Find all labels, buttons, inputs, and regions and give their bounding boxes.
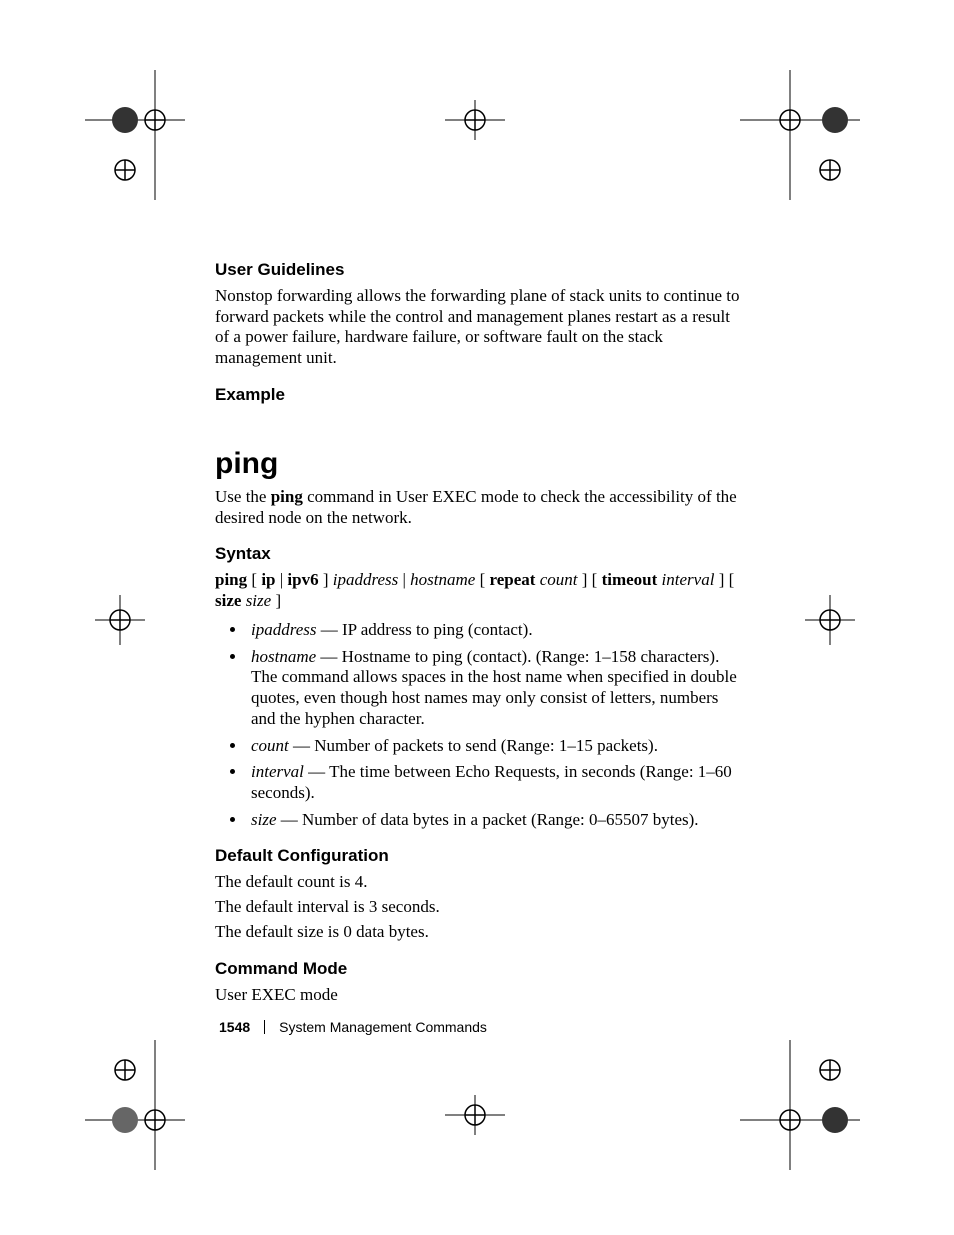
- term: interval: [251, 762, 304, 781]
- desc: — The time between Echo Requests, in sec…: [251, 762, 732, 802]
- kw: size: [215, 591, 241, 610]
- t: |: [276, 570, 288, 589]
- term: size: [251, 810, 277, 829]
- heading-command-mode: Command Mode: [215, 959, 740, 979]
- t: [: [247, 570, 261, 589]
- arg: ipaddress: [333, 570, 399, 589]
- heading-default-config: Default Configuration: [215, 846, 740, 866]
- t: ]: [271, 591, 281, 610]
- kw: repeat: [490, 570, 536, 589]
- crop-mark-icon: [740, 70, 860, 200]
- crop-mark-icon: [85, 1040, 185, 1170]
- para-command-intro: Use the ping command in User EXEC mode t…: [215, 487, 740, 528]
- term: count: [251, 736, 289, 755]
- heading-example: Example: [215, 385, 740, 405]
- crop-mark-icon: [445, 100, 505, 140]
- desc: — IP address to ping (contact).: [317, 620, 533, 639]
- t: [: [475, 570, 489, 589]
- list-item: count — Number of packets to send (Range…: [247, 736, 740, 757]
- term: hostname: [251, 647, 316, 666]
- command-title: ping: [215, 447, 740, 481]
- page-number: 1548: [219, 1019, 250, 1035]
- crop-mark-icon: [95, 595, 145, 645]
- list-item: ipaddress — IP address to ping (contact)…: [247, 620, 740, 641]
- para-default: The default interval is 3 seconds.: [215, 897, 740, 918]
- term: ipaddress: [251, 620, 317, 639]
- t: ] [: [578, 570, 602, 589]
- arg: interval: [662, 570, 715, 589]
- list-item: size — Number of data bytes in a packet …: [247, 810, 740, 831]
- text-bold: ping: [271, 487, 303, 506]
- arg: count: [540, 570, 578, 589]
- list-item: interval — The time between Echo Request…: [247, 762, 740, 803]
- desc: — Number of data bytes in a packet (Rang…: [277, 810, 699, 829]
- syntax-line: ping [ ip | ipv6 ] ipaddress | hostname …: [215, 570, 740, 611]
- para-default: The default count is 4.: [215, 872, 740, 893]
- kw: ping: [215, 570, 247, 589]
- crop-mark-icon: [805, 595, 855, 645]
- t: |: [398, 570, 410, 589]
- desc: — Number of packets to send (Range: 1–15…: [289, 736, 658, 755]
- content-column: User Guidelines Nonstop forwarding allow…: [215, 260, 740, 1021]
- page: User Guidelines Nonstop forwarding allow…: [0, 0, 954, 1235]
- crop-mark-icon: [85, 70, 185, 200]
- crop-mark-icon: [740, 1040, 860, 1170]
- para-user-guidelines: Nonstop forwarding allows the forwarding…: [215, 286, 740, 369]
- page-footer: 1548 System Management Commands: [219, 1019, 487, 1035]
- arg: hostname: [410, 570, 475, 589]
- desc: — Hostname to ping (contact). (Range: 1–…: [251, 647, 737, 728]
- para-command-mode: User EXEC mode: [215, 985, 740, 1006]
- list-item: hostname — Hostname to ping (contact). (…: [247, 647, 740, 730]
- t: ]: [319, 570, 333, 589]
- arg: size: [246, 591, 272, 610]
- chapter-title: System Management Commands: [279, 1019, 487, 1035]
- heading-user-guidelines: User Guidelines: [215, 260, 740, 280]
- crop-mark-icon: [445, 1095, 505, 1135]
- para-default: The default size is 0 data bytes.: [215, 922, 740, 943]
- divider-icon: [264, 1020, 265, 1034]
- kw: ip: [261, 570, 275, 589]
- text: Use the: [215, 487, 271, 506]
- t: ] [: [714, 570, 734, 589]
- syntax-list: ipaddress — IP address to ping (contact)…: [215, 620, 740, 831]
- kw: timeout: [602, 570, 658, 589]
- kw: ipv6: [287, 570, 318, 589]
- heading-syntax: Syntax: [215, 544, 740, 564]
